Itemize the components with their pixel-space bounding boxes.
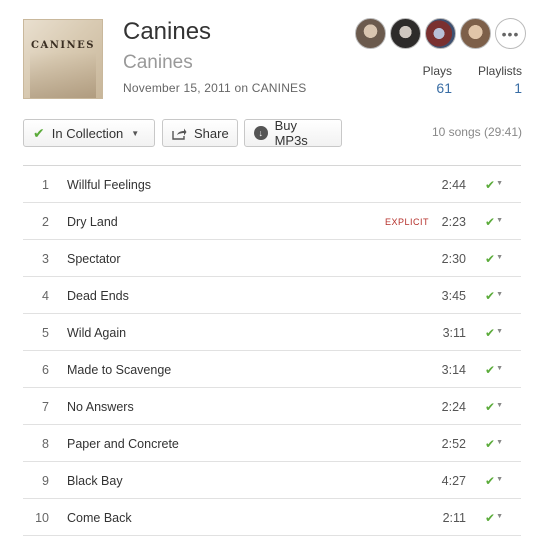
track-duration: 2:11 [442, 511, 466, 525]
avatar[interactable] [355, 18, 386, 49]
download-icon: ↓ [254, 126, 268, 140]
track-title[interactable]: Dead Ends [67, 289, 129, 303]
check-icon[interactable]: ✔ [485, 363, 495, 377]
track-row[interactable]: 10 Come Back 2:11 ✔ ▼ [23, 499, 521, 536]
track-duration: 3:45 [441, 289, 466, 303]
caret-down-icon[interactable]: ▼ [496, 365, 503, 372]
avatar[interactable] [460, 18, 491, 49]
caret-down-icon[interactable]: ▼ [496, 254, 503, 261]
track-duration: 2:52 [441, 437, 466, 451]
track-duration: 2:30 [441, 252, 466, 266]
track-title[interactable]: Black Bay [67, 474, 123, 488]
share-button[interactable]: Share [162, 119, 238, 147]
track-row[interactable]: 4 Dead Ends 3:45 ✔ ▼ [23, 277, 521, 314]
track-number: 9 [42, 474, 49, 488]
album-title: Canines [123, 18, 212, 45]
caret-down-icon[interactable]: ▼ [496, 513, 503, 520]
avatar[interactable] [390, 18, 421, 49]
track-title[interactable]: Come Back [67, 511, 132, 525]
track-title[interactable]: Dry Land [67, 215, 118, 229]
check-icon[interactable]: ✔ [485, 326, 495, 340]
track-title[interactable]: Spectator [67, 252, 121, 266]
track-number: 7 [42, 400, 49, 414]
track-row[interactable]: 7 No Answers 2:24 ✔ ▼ [23, 388, 521, 425]
listener-avatars: ••• [355, 18, 526, 49]
track-number: 10 [35, 511, 49, 525]
track-row[interactable]: 2 Dry Land EXPLICIT 2:23 ✔ ▼ [23, 203, 521, 240]
check-icon[interactable]: ✔ [485, 215, 495, 229]
track-row[interactable]: 8 Paper and Concrete 2:52 ✔ ▼ [23, 425, 521, 462]
track-row[interactable]: 5 Wild Again 3:11 ✔ ▼ [23, 314, 521, 351]
in-collection-button[interactable]: ✔ In Collection ▼ [23, 119, 155, 147]
caret-down-icon: ▼ [131, 128, 140, 138]
artist-name[interactable]: Canines [123, 52, 193, 74]
share-label: Share [194, 125, 229, 141]
track-title[interactable]: Wild Again [67, 326, 126, 340]
track-number: 1 [42, 178, 49, 192]
more-options-button[interactable]: ••• [495, 18, 526, 49]
caret-down-icon[interactable]: ▼ [496, 476, 503, 483]
avatar[interactable] [425, 18, 456, 49]
track-number: 3 [42, 252, 49, 266]
album-art-text: CANINES [30, 40, 96, 51]
check-icon[interactable]: ✔ [485, 511, 495, 525]
ellipsis-icon: ••• [501, 25, 520, 42]
playlists-stat[interactable]: Playlists 1 [478, 64, 522, 96]
track-title[interactable]: Made to Scavenge [67, 363, 171, 377]
song-count: 10 songs (29:41) [431, 125, 522, 139]
track-duration: 4:27 [441, 474, 466, 488]
check-icon[interactable]: ✔ [485, 289, 495, 303]
track-list: 1 Willful Feelings 2:44 ✔ ▼ 2 Dry Land EXPLICIT… [23, 165, 521, 536]
track-row[interactable]: 1 Willful Feelings 2:44 ✔ ▼ [23, 166, 521, 203]
check-icon[interactable]: ✔ [485, 474, 495, 488]
plays-label: Plays [422, 64, 452, 78]
in-collection-label: In Collection [51, 125, 124, 141]
track-duration: 2:24 [441, 400, 466, 414]
caret-down-icon[interactable]: ▼ [496, 402, 503, 409]
track-number: 2 [42, 215, 49, 229]
track-number: 6 [42, 363, 49, 377]
track-number: 4 [42, 289, 49, 303]
track-number: 5 [42, 326, 49, 340]
album-art-shade [30, 52, 96, 98]
check-icon[interactable]: ✔ [485, 437, 495, 451]
track-row[interactable]: 6 Made to Scavenge 3:14 ✔ ▼ [23, 351, 521, 388]
track-number: 8 [42, 437, 49, 451]
buy-mp3s-label: Buy MP3s [274, 118, 308, 148]
explicit-badge: EXPLICIT [384, 217, 429, 227]
track-row[interactable]: 3 Spectator 2:30 ✔ ▼ [23, 240, 521, 277]
check-icon[interactable]: ✔ [485, 178, 495, 192]
plays-stat[interactable]: Plays 61 [423, 64, 452, 96]
check-icon[interactable]: ✔ [485, 252, 495, 266]
track-duration: 2:44 [441, 178, 466, 192]
track-title[interactable]: Paper and Concrete [67, 437, 179, 451]
caret-down-icon[interactable]: ▼ [496, 328, 503, 335]
track-row[interactable]: 9 Black Bay 4:27 ✔ ▼ [23, 462, 521, 499]
check-icon: ✔ [33, 124, 45, 141]
track-duration: 3:11 [442, 326, 466, 340]
track-duration: 2:23 [441, 215, 466, 229]
check-icon[interactable]: ✔ [485, 400, 495, 414]
track-duration: 3:14 [441, 363, 466, 377]
share-icon [172, 127, 187, 140]
caret-down-icon[interactable]: ▼ [496, 439, 503, 446]
buy-mp3s-button[interactable]: ↓ Buy MP3s [244, 118, 342, 148]
album-art[interactable]: CANINES [23, 19, 103, 99]
release-info: November 15, 2011 on CANINES [123, 81, 307, 95]
plays-count[interactable]: 61 [423, 80, 452, 96]
caret-down-icon[interactable]: ▼ [496, 180, 503, 187]
track-title[interactable]: Willful Feelings [67, 178, 151, 192]
playlists-count[interactable]: 1 [478, 80, 522, 96]
caret-down-icon[interactable]: ▼ [496, 217, 503, 224]
playlists-label: Playlists [477, 64, 522, 78]
track-title[interactable]: No Answers [67, 400, 134, 414]
caret-down-icon[interactable]: ▼ [496, 291, 503, 298]
